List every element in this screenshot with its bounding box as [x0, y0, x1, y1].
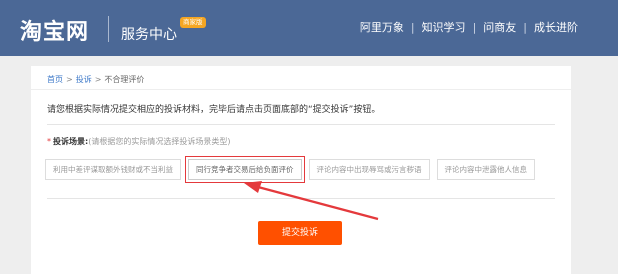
- nav-link-growth[interactable]: 成长进阶: [534, 19, 578, 35]
- section-divider: [47, 198, 555, 199]
- scene-option-abusive-language[interactable]: 评论内容中出现辱骂或污言秽语: [308, 159, 430, 180]
- top-header: 淘宝网 服务中心 商家版 阿里万象 | 知识学习 | 问商友 | 成长进阶: [0, 0, 618, 56]
- nav-link-ask-merchants[interactable]: 问商友: [483, 19, 516, 35]
- scene-option-extortion[interactable]: 利用中差评谋取额外钱财或不当利益: [45, 159, 181, 180]
- scene-hint: (请根据您的实际情况选择投诉场景类型): [88, 137, 231, 146]
- complaint-card: 首页 > 投诉 > 不合理评价 请您根据实际情况提交相应的投诉材料，完毕后请点击页面底部…: [31, 66, 571, 274]
- scene-label-row: * 投诉场景:(请根据您的实际情况选择投诉场景类型): [47, 136, 230, 147]
- breadcrumb-divider: [31, 89, 571, 90]
- top-nav: 阿里万象 | 知识学习 | 问商友 | 成长进阶: [360, 19, 578, 35]
- required-mark: *: [47, 137, 51, 146]
- nav-link-knowledge[interactable]: 知识学习: [422, 19, 466, 35]
- instruction-divider: [47, 124, 555, 125]
- nav-separator: |: [523, 20, 527, 34]
- nav-link-aliwanxiang[interactable]: 阿里万象: [360, 19, 404, 35]
- nav-separator: |: [410, 20, 415, 34]
- scene-options: 利用中差评谋取额外钱财或不当利益 同行竞争者交易后给负面评价 评论内容中出现辱骂…: [45, 156, 542, 183]
- instruction-text: 请您根据实际情况提交相应的投诉材料，完毕后请点击页面底部的“提交投诉”按钮。: [47, 105, 381, 115]
- breadcrumb-separator: >: [94, 75, 102, 84]
- breadcrumb-complaint[interactable]: 投诉: [76, 75, 92, 84]
- breadcrumb-separator: >: [66, 75, 73, 84]
- scene-option-privacy-leak[interactable]: 评论内容中泄露他人信息: [436, 159, 535, 180]
- merchant-badge: 商家版: [180, 17, 206, 28]
- submit-complaint-button[interactable]: 提交投诉: [258, 221, 342, 245]
- service-center-title: 服务中心: [121, 27, 177, 43]
- scene-label: 投诉场景:: [53, 137, 89, 146]
- nav-separator: |: [472, 20, 477, 34]
- breadcrumb: 首页 > 投诉 > 不合理评价: [47, 74, 144, 85]
- scene-option-competitor-negative[interactable]: 同行竞争者交易后给负面评价: [185, 156, 305, 183]
- breadcrumb-home[interactable]: 首页: [47, 75, 63, 84]
- logo-divider: [108, 16, 109, 42]
- taobao-logo[interactable]: 淘宝网: [20, 14, 89, 46]
- breadcrumb-current: 不合理评价: [104, 75, 145, 84]
